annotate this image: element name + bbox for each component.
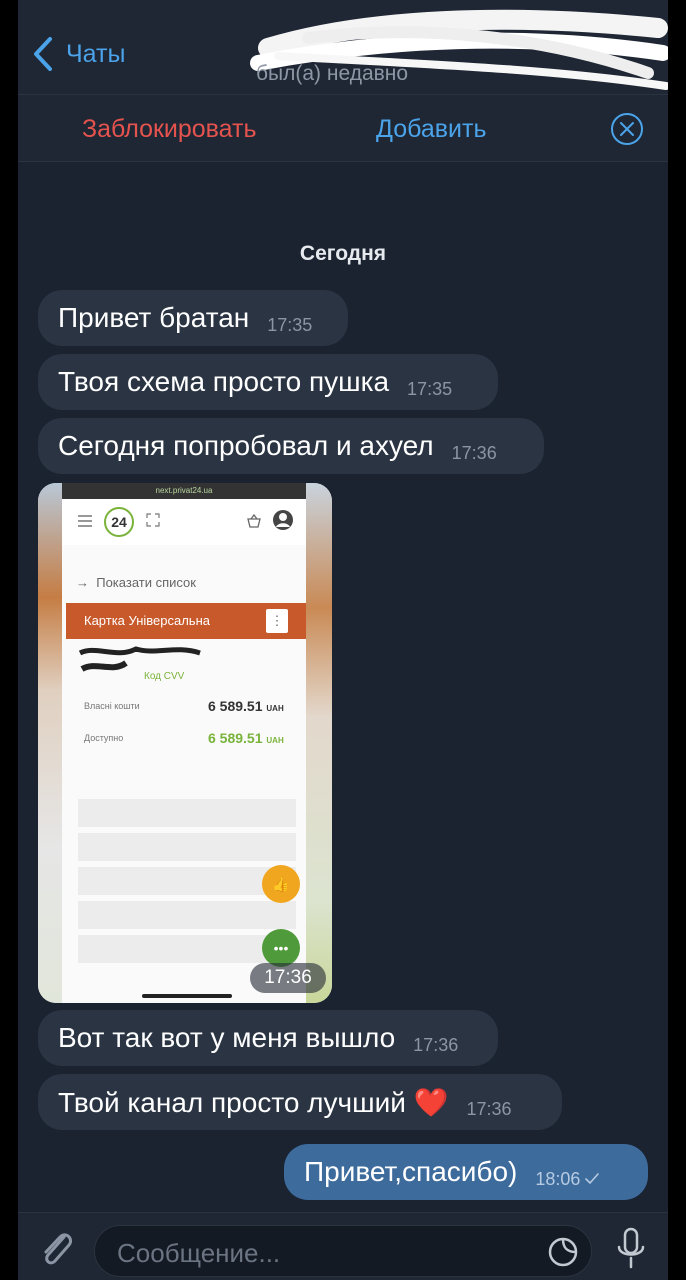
message-bubble[interactable]: Сегодня попробовал и ахуел 17:36 <box>38 418 544 474</box>
message-text: Вот так вот у меня вышло <box>58 1022 396 1053</box>
currency-label: UAH <box>266 704 284 713</box>
message-placeholder: Сообщение... <box>117 1238 281 1268</box>
url-bar: next.privat24.ua <box>62 483 306 499</box>
placeholder-row <box>78 901 296 929</box>
message-text: Твоя схема просто пушка <box>58 366 390 397</box>
show-list-label: Показати список <box>96 575 196 590</box>
cvv-label: Код CVV <box>144 671 185 682</box>
contact-status: был(а) недавно <box>256 62 409 85</box>
block-button[interactable]: Заблокировать <box>82 115 257 144</box>
photo-blur-right <box>306 483 332 1003</box>
sticker-icon[interactable] <box>547 1236 579 1268</box>
back-button[interactable]: Чаты <box>32 36 125 72</box>
fullscreen-icon <box>146 513 160 527</box>
currency-label: UAH <box>266 736 284 745</box>
card-header: Картка Універсальна ⋮ <box>66 603 306 639</box>
card-title: Картка Універсальна <box>84 613 210 628</box>
message-input[interactable]: Сообщение... <box>94 1225 592 1277</box>
own-funds-value: 6 589.51 <box>208 698 263 714</box>
chevron-left-icon <box>34 37 52 71</box>
photo-time: 17:36 <box>250 963 326 993</box>
contact-action-bar: Заблокировать Добавить <box>18 94 668 162</box>
chat-screen: Чаты был(а) недавно Заблокировать Добави… <box>18 0 668 1280</box>
back-label: Чаты <box>66 39 126 68</box>
banking-app-bar <box>62 499 306 545</box>
home-indicator <box>142 994 232 998</box>
message-text: Твой канал просто лучший ❤️ <box>58 1086 449 1118</box>
message-text: Привет братан <box>58 302 250 333</box>
outgoing-message-bubble[interactable]: Привет,спасибо) 18:06 <box>284 1144 648 1200</box>
basket-icon <box>247 513 261 528</box>
message-time: 18:06 <box>535 1168 581 1189</box>
microphone-icon[interactable] <box>616 1227 646 1271</box>
message-bubble[interactable]: Твой канал просто лучший ❤️ 17:36 <box>38 1074 562 1130</box>
message-bubble[interactable]: Вот так вот у меня вышло 17:36 <box>38 1010 498 1066</box>
available-label: Доступно <box>84 733 124 743</box>
own-funds-label: Власні кошти <box>84 701 140 711</box>
message-time: 17:36 <box>466 1098 512 1119</box>
menu-icon <box>78 515 92 527</box>
chat-header: Чаты был(а) недавно <box>18 0 668 94</box>
chat-bubble-icon: ••• <box>262 929 300 967</box>
message-bubble[interactable]: Твоя схема просто пушка 17:35 <box>38 354 498 410</box>
photo-message[interactable]: next.privat24.ua 24 → Показати список Ка… <box>38 483 332 1003</box>
add-contact-button[interactable]: Добавить <box>376 115 487 144</box>
message-text: Привет,спасибо) <box>304 1156 518 1187</box>
message-text: Сегодня попробовал и ахуел <box>58 430 434 461</box>
own-funds-amount: 6 589.51 UAH <box>208 698 284 714</box>
message-time: 17:35 <box>267 314 313 335</box>
available-amount: 6 589.51 UAH <box>208 730 284 746</box>
show-list-link: → Показати список <box>76 575 196 590</box>
message-time: 17:35 <box>407 378 453 399</box>
available-value: 6 589.51 <box>208 730 263 746</box>
redacted-card-number <box>78 646 201 672</box>
check-icon <box>585 1173 600 1185</box>
message-time: 17:36 <box>413 1034 459 1055</box>
privat24-logo: 24 <box>104 507 134 537</box>
thumbs-up-icon: 👍 <box>262 865 300 903</box>
message-bubble[interactable]: Привет братан 17:35 <box>38 290 348 346</box>
composer: Сообщение... <box>18 1212 668 1280</box>
placeholder-row <box>78 833 296 861</box>
message-time: 17:36 <box>451 442 497 463</box>
card-menu-button: ⋮ <box>266 609 288 633</box>
date-separator: Сегодня <box>299 242 387 265</box>
banking-screenshot: next.privat24.ua 24 → Показати список Ка… <box>62 483 306 1003</box>
avatar-icon <box>273 510 293 530</box>
close-icon[interactable] <box>610 112 644 146</box>
placeholder-row <box>78 799 296 827</box>
paperclip-icon[interactable] <box>36 1225 76 1271</box>
photo-blur-left <box>38 483 62 1003</box>
